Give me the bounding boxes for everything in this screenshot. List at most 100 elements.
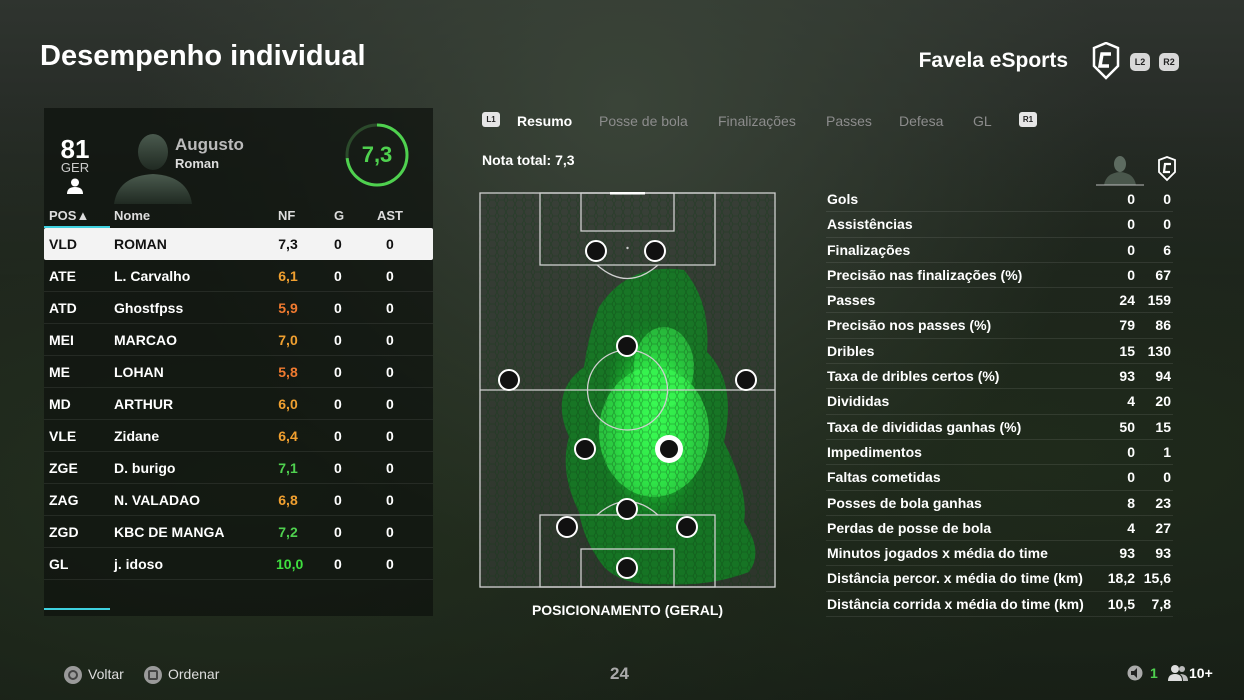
stat-label: Finalizações xyxy=(827,241,911,258)
player-column-icon xyxy=(1096,156,1144,186)
row-player-name: MARCAO xyxy=(114,332,177,348)
table-header: POS▲ Nome NF G AST xyxy=(44,204,433,228)
table-row[interactable]: MEI MARCAO 7,0 0 0 xyxy=(44,324,433,356)
back-button-icon[interactable] xyxy=(64,666,82,684)
row-assists: 0 xyxy=(386,300,394,316)
stat-team-value: 86 xyxy=(1155,317,1171,334)
stat-team-value: 94 xyxy=(1155,368,1171,385)
positioning-heatmap xyxy=(479,192,776,588)
stat-team-value: 0 xyxy=(1163,216,1171,233)
table-row[interactable]: VLD ROMAN 7,3 0 0 xyxy=(44,228,433,260)
stats-table: Gols 0 0 Assistências 0 0 Finalizações 0 6 Precis… xyxy=(826,187,1173,618)
stat-row: Precisão nos passes (%) 79 86 xyxy=(826,313,1173,339)
player-last-name: Roman xyxy=(175,156,220,171)
stat-player-value: 0 xyxy=(1127,443,1135,460)
l2-button-icon[interactable]: L2 xyxy=(1130,53,1150,71)
stat-team-value: 130 xyxy=(1147,342,1171,359)
row-goals: 0 xyxy=(334,364,342,380)
back-button[interactable]: Voltar xyxy=(88,666,124,682)
row-assists: 0 xyxy=(386,524,394,540)
col-ast-header[interactable]: AST xyxy=(377,208,403,223)
row-rating: 6,1 xyxy=(278,268,298,284)
table-row[interactable]: GL j. idoso 10,0 0 0 xyxy=(44,548,433,580)
row-goals: 0 xyxy=(334,460,342,476)
tab-finalizacoes[interactable]: Finalizações xyxy=(718,113,796,129)
stat-player-value: 0 xyxy=(1127,191,1135,207)
stat-player-value: 15 xyxy=(1119,342,1135,359)
stat-label: Passes xyxy=(827,292,876,309)
row-rating: 6,0 xyxy=(278,396,298,412)
sort-button-icon[interactable] xyxy=(144,666,162,684)
table-row[interactable]: ATD Ghostfpss 5,9 0 0 xyxy=(44,292,433,324)
l1-button-icon[interactable]: L1 xyxy=(482,112,500,127)
row-goals: 0 xyxy=(334,492,342,508)
row-rating: 7,3 xyxy=(278,236,298,252)
tab-gl[interactable]: GL xyxy=(973,113,992,129)
stat-row: Assistências 0 0 xyxy=(826,212,1173,238)
row-goals: 0 xyxy=(334,396,342,412)
stat-team-value: 15 xyxy=(1155,418,1171,435)
page-title: Desempenho individual xyxy=(40,40,366,72)
tab-posse-de-bola[interactable]: Posse de bola xyxy=(599,113,688,129)
stat-team-value: 27 xyxy=(1155,519,1171,536)
r1-button-icon[interactable]: R1 xyxy=(1019,112,1037,127)
online-count: 1 xyxy=(1150,665,1158,681)
stat-label: Taxa de divididas ganhas (%) xyxy=(827,418,1022,435)
stat-team-value: 23 xyxy=(1155,494,1171,511)
row-assists: 0 xyxy=(386,460,394,476)
club-name: Favela eSports xyxy=(918,49,1068,72)
stat-label: Perdas de posse de bola xyxy=(827,519,992,536)
stat-player-value: 0 xyxy=(1127,216,1135,233)
sort-button[interactable]: Ordenar xyxy=(168,666,219,682)
stat-label: Posses de bola ganhas xyxy=(827,494,982,511)
row-goals: 0 xyxy=(334,300,342,316)
row-position: ATE xyxy=(49,268,76,284)
row-assists: 0 xyxy=(386,556,394,572)
col-nf-header[interactable]: NF xyxy=(278,208,295,223)
table-row[interactable]: ZAG N. VALADAO 6,8 0 0 xyxy=(44,484,433,516)
row-rating: 5,9 xyxy=(278,300,298,316)
row-assists: 0 xyxy=(386,428,394,444)
col-pos-header[interactable]: POS▲ xyxy=(49,208,89,223)
stat-team-value: 159 xyxy=(1147,292,1171,309)
row-assists: 0 xyxy=(386,396,394,412)
stat-label: Precisão nos passes (%) xyxy=(827,317,992,334)
stat-row: Passes 24 159 xyxy=(826,288,1173,314)
table-row[interactable]: ATE L. Carvalho 6,1 0 0 xyxy=(44,260,433,292)
stat-label: Precisão nas finalizações (%) xyxy=(827,266,1023,283)
stat-row: Distância corrida x média do time (km) 10… xyxy=(826,592,1173,618)
table-row[interactable]: ZGE D. burigo 7,1 0 0 xyxy=(44,452,433,484)
row-position: VLD xyxy=(49,236,77,252)
stat-row: Taxa de divididas ganhas (%) 50 15 xyxy=(826,415,1173,440)
stat-row: Perdas de posse de bola 4 27 xyxy=(826,516,1173,542)
stat-label: Impedimentos xyxy=(827,443,922,460)
row-goals: 0 xyxy=(334,428,342,444)
tab-passes[interactable]: Passes xyxy=(826,113,872,129)
player-list-panel: 81 GER Augusto Roman 7,3 POS▲ Nome NF G … xyxy=(44,108,433,616)
stat-row: Taxa de dribles certos (%) 93 94 xyxy=(826,364,1173,390)
stat-row: Distância percor. x média do time (km) 18… xyxy=(826,566,1173,592)
stat-player-value: 0 xyxy=(1127,469,1135,486)
stat-row: Precisão nas finalizações (%) 0 67 xyxy=(826,263,1173,289)
table-row[interactable]: ZGD KBC DE MANGA 7,2 0 0 xyxy=(44,516,433,548)
table-row[interactable]: VLE Zidane 6,4 0 0 xyxy=(44,420,433,452)
col-g-header[interactable]: G xyxy=(334,208,344,223)
stat-label: Gols xyxy=(827,191,859,207)
row-position: ZGE xyxy=(49,460,78,476)
stat-label: Distância corrida x média do time (km) xyxy=(827,595,1084,612)
tab-defesa[interactable]: Defesa xyxy=(899,113,943,129)
player-first-name: Augusto xyxy=(175,135,244,154)
pitch-label: POSICIONAMENTO (GERAL) xyxy=(531,602,724,618)
stat-row: Impedimentos 0 1 xyxy=(826,440,1173,466)
stat-row: Gols 0 0 xyxy=(826,187,1173,213)
row-rating: 10,0 xyxy=(276,556,304,572)
stat-team-value: 67 xyxy=(1155,266,1171,283)
col-name-header[interactable]: Nome xyxy=(114,208,150,223)
row-position: GL xyxy=(49,556,69,572)
tab-resumo[interactable]: Resumo xyxy=(517,113,572,129)
r2-button-icon[interactable]: R2 xyxy=(1159,53,1179,71)
table-row[interactable]: MD ARTHUR 6,0 0 0 xyxy=(44,388,433,420)
row-player-name: D. burigo xyxy=(114,460,176,476)
row-player-name: ROMAN xyxy=(114,236,167,252)
table-row[interactable]: ME LOHAN 5,8 0 0 xyxy=(44,356,433,388)
